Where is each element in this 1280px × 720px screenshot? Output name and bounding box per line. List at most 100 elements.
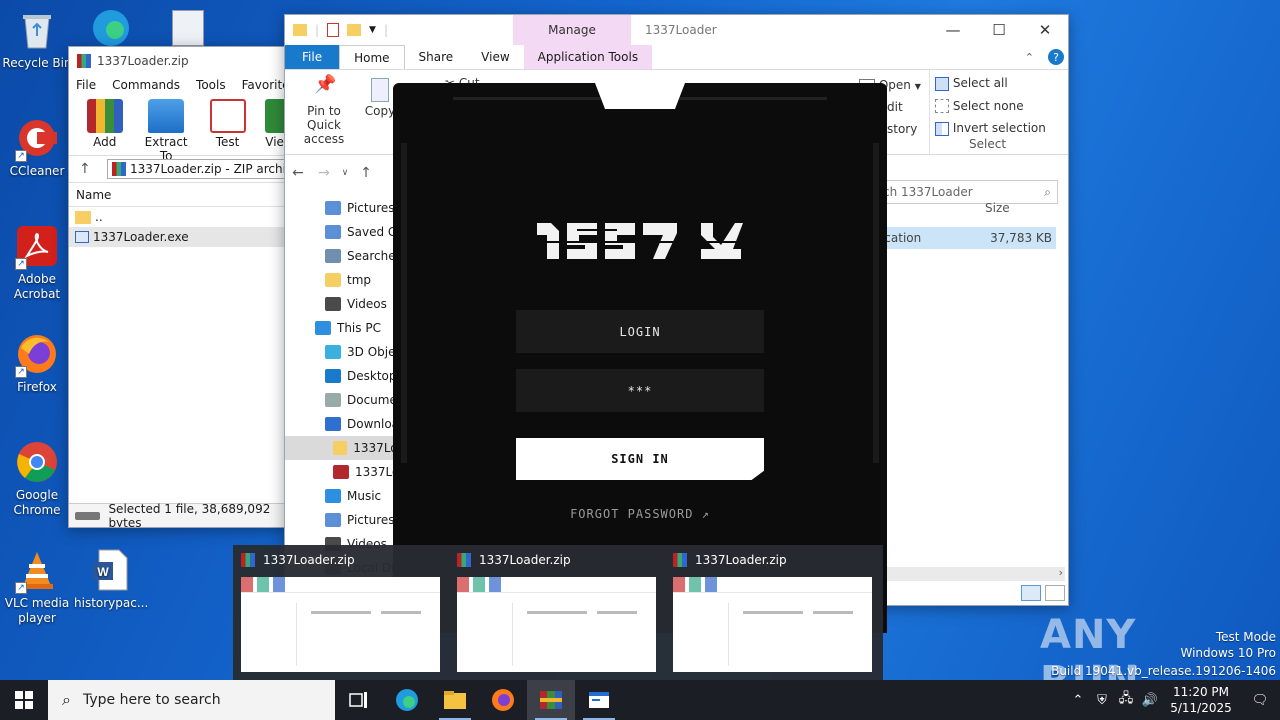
password-input[interactable]: *** — [516, 369, 764, 412]
taskbar-firefox[interactable] — [479, 680, 527, 720]
list-item[interactable]: 1337Loader.exe — [69, 227, 289, 247]
thumbnail-window[interactable]: 1337Loader.zip — [233, 545, 440, 680]
tab-view[interactable]: View — [467, 45, 523, 69]
clock-date: 5/11/2025 — [1170, 701, 1232, 715]
tree-item[interactable]: This PC — [315, 316, 381, 340]
desktop-icon-recycle-bin[interactable]: Recycle Bin — [0, 8, 74, 71]
security-icon[interactable]: ⛨ — [1090, 693, 1114, 708]
task-view-icon — [349, 692, 367, 708]
extract-to-button[interactable]: Extract To — [142, 99, 189, 163]
winrar-titlebar[interactable]: 1337Loader.zip — [69, 47, 289, 75]
notification-center-icon[interactable]: 🗨 — [1240, 693, 1280, 708]
forgot-password-link[interactable]: FORGOT PASSWORD ↗ — [516, 507, 764, 521]
image-file-icon[interactable] — [172, 10, 204, 46]
tree-item[interactable]: Videos — [325, 292, 387, 316]
winrar-window[interactable]: 1337Loader.zip File Commands Tools Favor… — [68, 46, 290, 528]
tree-item-icon — [325, 273, 341, 287]
back-arrow-icon[interactable]: ← — [285, 165, 311, 181]
forward-arrow-icon[interactable]: → — [311, 165, 337, 181]
column-header-name[interactable]: Name — [69, 183, 289, 207]
details-view-icon[interactable] — [1021, 585, 1041, 601]
tree-item[interactable]: Pictures — [325, 196, 395, 220]
list-item[interactable]: .. — [69, 207, 289, 227]
select-none-icon — [935, 99, 949, 113]
new-folder-icon[interactable] — [347, 24, 362, 36]
close-button[interactable]: ✕ — [1022, 15, 1068, 45]
tree-item[interactable]: Downloa — [325, 412, 399, 436]
task-view-button[interactable] — [335, 680, 383, 720]
start-button[interactable] — [0, 680, 48, 720]
tree-item-icon — [333, 465, 349, 479]
window-title: 1337Loader.zip — [97, 54, 189, 68]
tree-item[interactable]: Music — [325, 484, 381, 508]
up-arrow-icon[interactable]: ↑ — [353, 165, 379, 181]
up-arrow-icon[interactable]: ↑ — [79, 161, 101, 177]
archive-path-field[interactable]: 1337Loader.zip - ZIP archi — [107, 159, 289, 179]
tree-item[interactable]: Desktop — [325, 364, 397, 388]
desktop-icon-vlc[interactable]: ↗ VLC media player — [0, 548, 74, 626]
system-clock[interactable]: 11:20 PM 5/11/2025 — [1162, 684, 1240, 716]
tree-item[interactable]: Searches — [325, 244, 402, 268]
menu-file[interactable]: File — [76, 78, 96, 92]
tab-application-tools[interactable]: Application Tools — [523, 45, 653, 69]
show-hidden-icons-chevron-icon[interactable]: ⌃ — [1066, 693, 1090, 708]
select-all-button[interactable]: Select all — [935, 76, 1046, 91]
menu-favorites[interactable]: Favorites — [242, 78, 289, 92]
search-input[interactable]: ch 1337Loader ⌕ — [876, 180, 1058, 204]
edit-button[interactable]: dit — [887, 100, 903, 114]
invert-selection-button[interactable]: Invert selection — [935, 121, 1046, 136]
login-input[interactable]: LOGIN — [516, 310, 764, 353]
explorer-titlebar[interactable]: | ▼ | Manage 1337Loader — ☐ ✕ — [285, 15, 1068, 45]
taskbar-search-input[interactable]: ⌕ Type here to search — [48, 680, 335, 720]
tree-item[interactable]: tmp — [325, 268, 371, 292]
select-none-button[interactable]: Select none — [935, 99, 1046, 113]
desktop-icon-historypac[interactable]: W historypac... — [74, 548, 148, 611]
taskbar-file-explorer[interactable] — [431, 680, 479, 720]
history-button[interactable]: story — [887, 122, 917, 136]
column-header-size[interactable]: Size — [985, 201, 1010, 215]
thumbnail-preview — [457, 577, 656, 672]
collapse-ribbon-icon[interactable]: ⌃ — [1025, 51, 1034, 64]
tree-item[interactable]: Pictures — [325, 508, 395, 532]
network-icon[interactable]: 🖧 — [1114, 689, 1138, 711]
test-mode-text: Test Mode — [1215, 630, 1276, 644]
desktop-icon-ccleaner[interactable]: ↗ CCleaner — [0, 116, 74, 179]
recent-chevron-icon[interactable]: ∨ — [337, 168, 353, 178]
tree-item[interactable]: Documen — [325, 388, 404, 412]
desktop-icon-adobe-acrobat[interactable]: ↗ Adobe Acrobat — [0, 224, 74, 302]
taskbar-loader-app[interactable] — [575, 680, 623, 720]
zip-icon — [112, 162, 126, 176]
thumbnail-window[interactable]: 1337Loader.zip — [449, 545, 656, 680]
manage-context-tab[interactable]: Manage — [513, 15, 631, 45]
test-button[interactable]: Test — [204, 99, 251, 149]
add-button[interactable]: Add — [81, 99, 128, 149]
pin-to-quick-access-button[interactable]: 📌 Pin to Quick access — [291, 76, 357, 147]
taskbar-edge[interactable] — [383, 680, 431, 720]
taskbar-winrar[interactable] — [527, 680, 575, 720]
help-icon[interactable]: ? — [1048, 49, 1064, 65]
desktop-icon-google-chrome[interactable]: Google Chrome — [0, 440, 74, 518]
desktop-icon-firefox[interactable]: ↗ Firefox — [0, 332, 74, 395]
tree-item[interactable]: Saved Ga — [325, 220, 405, 244]
large-icons-view-icon[interactable] — [1045, 585, 1065, 601]
sign-in-button[interactable]: SIGN IN — [516, 438, 764, 480]
tab-home[interactable]: Home — [339, 45, 405, 69]
minimize-button[interactable]: — — [930, 15, 976, 45]
separator: | — [383, 23, 389, 37]
edge-desktop-icon[interactable] — [88, 6, 134, 46]
menu-tools[interactable]: Tools — [196, 78, 226, 92]
os-edition-text: Windows 10 Pro — [1180, 646, 1276, 660]
menu-commands[interactable]: Commands — [112, 78, 180, 92]
tree-item[interactable]: 1337Loa — [285, 436, 405, 460]
tab-file[interactable]: File — [285, 45, 340, 69]
select-group: Select all Select none Invert selection — [935, 76, 1046, 136]
maximize-button[interactable]: ☐ — [976, 15, 1022, 45]
properties-icon[interactable] — [327, 23, 340, 37]
copy-button[interactable]: Copy — [363, 78, 397, 118]
table-row[interactable]: plication 37,783 KB — [870, 227, 1056, 249]
thumbnail-window[interactable]: 1337Loader.zip — [665, 545, 872, 680]
horizontal-scrollbar[interactable]: › — [870, 566, 1065, 581]
volume-icon[interactable]: 🔊 — [1138, 693, 1162, 708]
chevron-down-icon[interactable]: ▼ — [369, 25, 376, 35]
tab-share[interactable]: Share — [405, 45, 468, 69]
